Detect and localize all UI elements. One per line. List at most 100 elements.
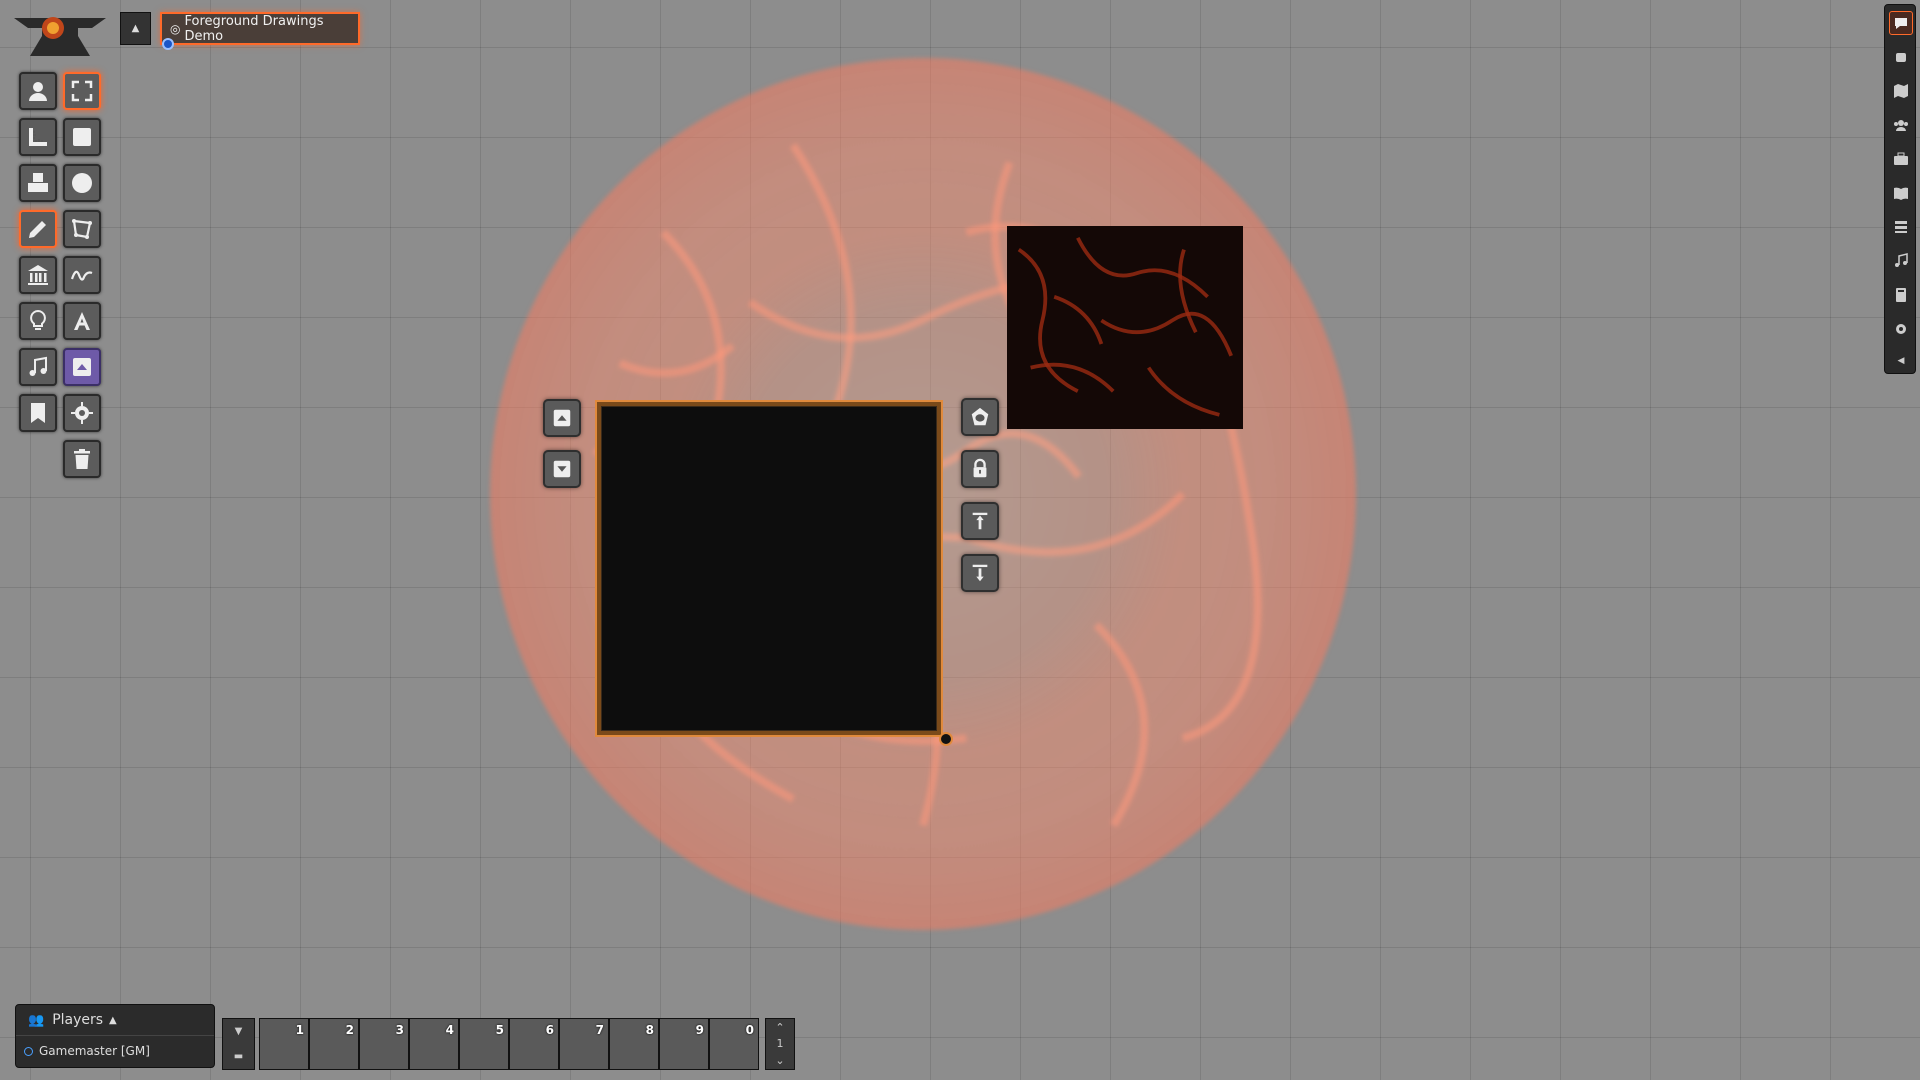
players-list: 👥 Players ▲ Gamemaster [GM] [15,1004,215,1068]
scene-tab-label: Foreground Drawings Demo [184,13,324,44]
select-tool[interactable] [63,72,101,110]
macro-slot[interactable]: 1 [259,1018,309,1070]
cubes-icon [28,173,48,192]
freehand-tool[interactable] [63,256,101,294]
gear-icon [71,402,93,424]
lightbulb-icon [30,309,46,330]
clear-drawings-tool[interactable] [63,440,101,478]
text-tool[interactable] [63,302,101,340]
scenes-tab[interactable] [1889,79,1913,103]
book-open-icon [1894,187,1908,200]
music-icon [1895,253,1908,267]
macro-slot[interactable]: 4 [409,1018,459,1070]
player-status-dot [24,1046,33,1056]
map-icon [1894,84,1908,98]
chevron-up-icon[interactable]: ⌃ [775,1021,784,1034]
hud-lower-button[interactable] [961,554,999,592]
playlists-tab[interactable] [1889,249,1913,273]
list-icon [1895,221,1907,233]
lava-tile[interactable] [1007,226,1243,429]
chevron-up-icon: ▲ [109,1014,117,1026]
actors-tab[interactable] [1889,113,1913,137]
circle-icon [72,173,92,193]
foundry-logo[interactable] [12,10,108,62]
person-icon [29,82,47,101]
scene-nav-toggle[interactable]: ▲ [120,12,151,45]
square-icon [73,128,91,146]
macro-slot[interactable]: 7 [559,1018,609,1070]
caret-up-icon: ▲ [131,23,140,34]
config-tool[interactable] [63,394,101,432]
target-icon: ◎ [170,21,181,36]
token-controls-tool[interactable] [19,72,57,110]
settings-tab[interactable] [1889,317,1913,341]
macro-slot[interactable]: 0 [709,1018,759,1070]
polygon-tool[interactable] [63,210,101,248]
hotbar-page-number: 1 [776,1037,784,1051]
font-icon [74,312,90,330]
macro-slot[interactable]: 6 [509,1018,559,1070]
hotbar-controls: ▼ ▬ [222,1018,255,1070]
measure-tool[interactable] [19,118,57,156]
ellipse-tool[interactable] [63,164,101,202]
hud-bring-to-front-button[interactable] [543,399,581,437]
player-entry: Gamemaster [GM] [16,1036,214,1066]
caret-down-square-icon [553,460,571,478]
cogs-icon [1896,324,1906,334]
macro-slot[interactable]: 5 [459,1018,509,1070]
player-name: Gamemaster [GM] [39,1044,150,1058]
music-icon [29,356,47,376]
players-header[interactable]: 👥 Players ▲ [16,1005,214,1036]
tiles-tool[interactable] [19,164,57,202]
bookmark-icon [31,403,45,423]
drawing-tools[interactable] [19,210,57,248]
caret-up-square-icon [73,358,91,376]
polygon-icon [72,219,92,239]
tables-tab[interactable] [1889,215,1913,239]
chat-tab[interactable] [1889,11,1913,35]
caret-down-icon[interactable]: ▼ [235,1026,243,1037]
chevron-down-icon[interactable]: ⌄ [775,1054,784,1067]
hud-send-to-back-button[interactable] [543,450,581,488]
macro-slot[interactable]: 8 [609,1018,659,1070]
combat-tab[interactable] [1889,45,1913,69]
ruler-icon [29,128,47,146]
macro-slot[interactable]: 9 [659,1018,709,1070]
players-title: Players [52,1012,104,1028]
collapse-sidebar-button[interactable]: ◀ [1889,349,1913,373]
foreground-layer-tool[interactable] [63,348,101,386]
macro-slot[interactable]: 3 [359,1018,409,1070]
hud-lock-button[interactable] [961,450,999,488]
fist-icon [1896,53,1906,62]
signature-icon [70,270,93,281]
atlas-icon [1896,288,1906,302]
suitcase-icon [1894,152,1908,165]
sounds-tool[interactable] [19,348,57,386]
folder-icon[interactable]: ▬ [234,1051,243,1062]
items-tab[interactable] [1889,147,1913,171]
journal-tab[interactable] [1889,181,1913,205]
users-icon: 👥 [28,1012,45,1028]
hood-icon [971,407,989,426]
hud-visibility-button[interactable] [961,398,999,436]
scene-tab-active[interactable]: ◎ Foreground Drawings Demo [160,12,360,45]
chat-icon [1895,18,1907,29]
pencil-icon [29,221,46,238]
arrow-down-bar-icon [972,564,988,582]
lighting-tool[interactable] [19,302,57,340]
arrow-up-bar-icon [972,512,988,530]
walls-tool[interactable] [19,256,57,294]
sidebar-tabs: ◀ [1884,4,1916,374]
macro-slot[interactable]: 2 [309,1018,359,1070]
compendium-tab[interactable] [1889,283,1913,307]
rectangle-tool[interactable] [63,118,101,156]
active-scene-indicator [162,38,174,50]
anvil-logo-icon [14,17,106,56]
resize-handle[interactable] [939,732,953,746]
hud-raise-button[interactable] [961,502,999,540]
building-columns-icon [28,265,48,285]
users-icon [1894,120,1908,131]
notes-tool[interactable] [19,394,57,432]
selected-drawing-tile[interactable] [595,400,943,737]
macro-hotbar: 1 2 3 4 5 6 7 8 9 0 [259,1018,761,1070]
